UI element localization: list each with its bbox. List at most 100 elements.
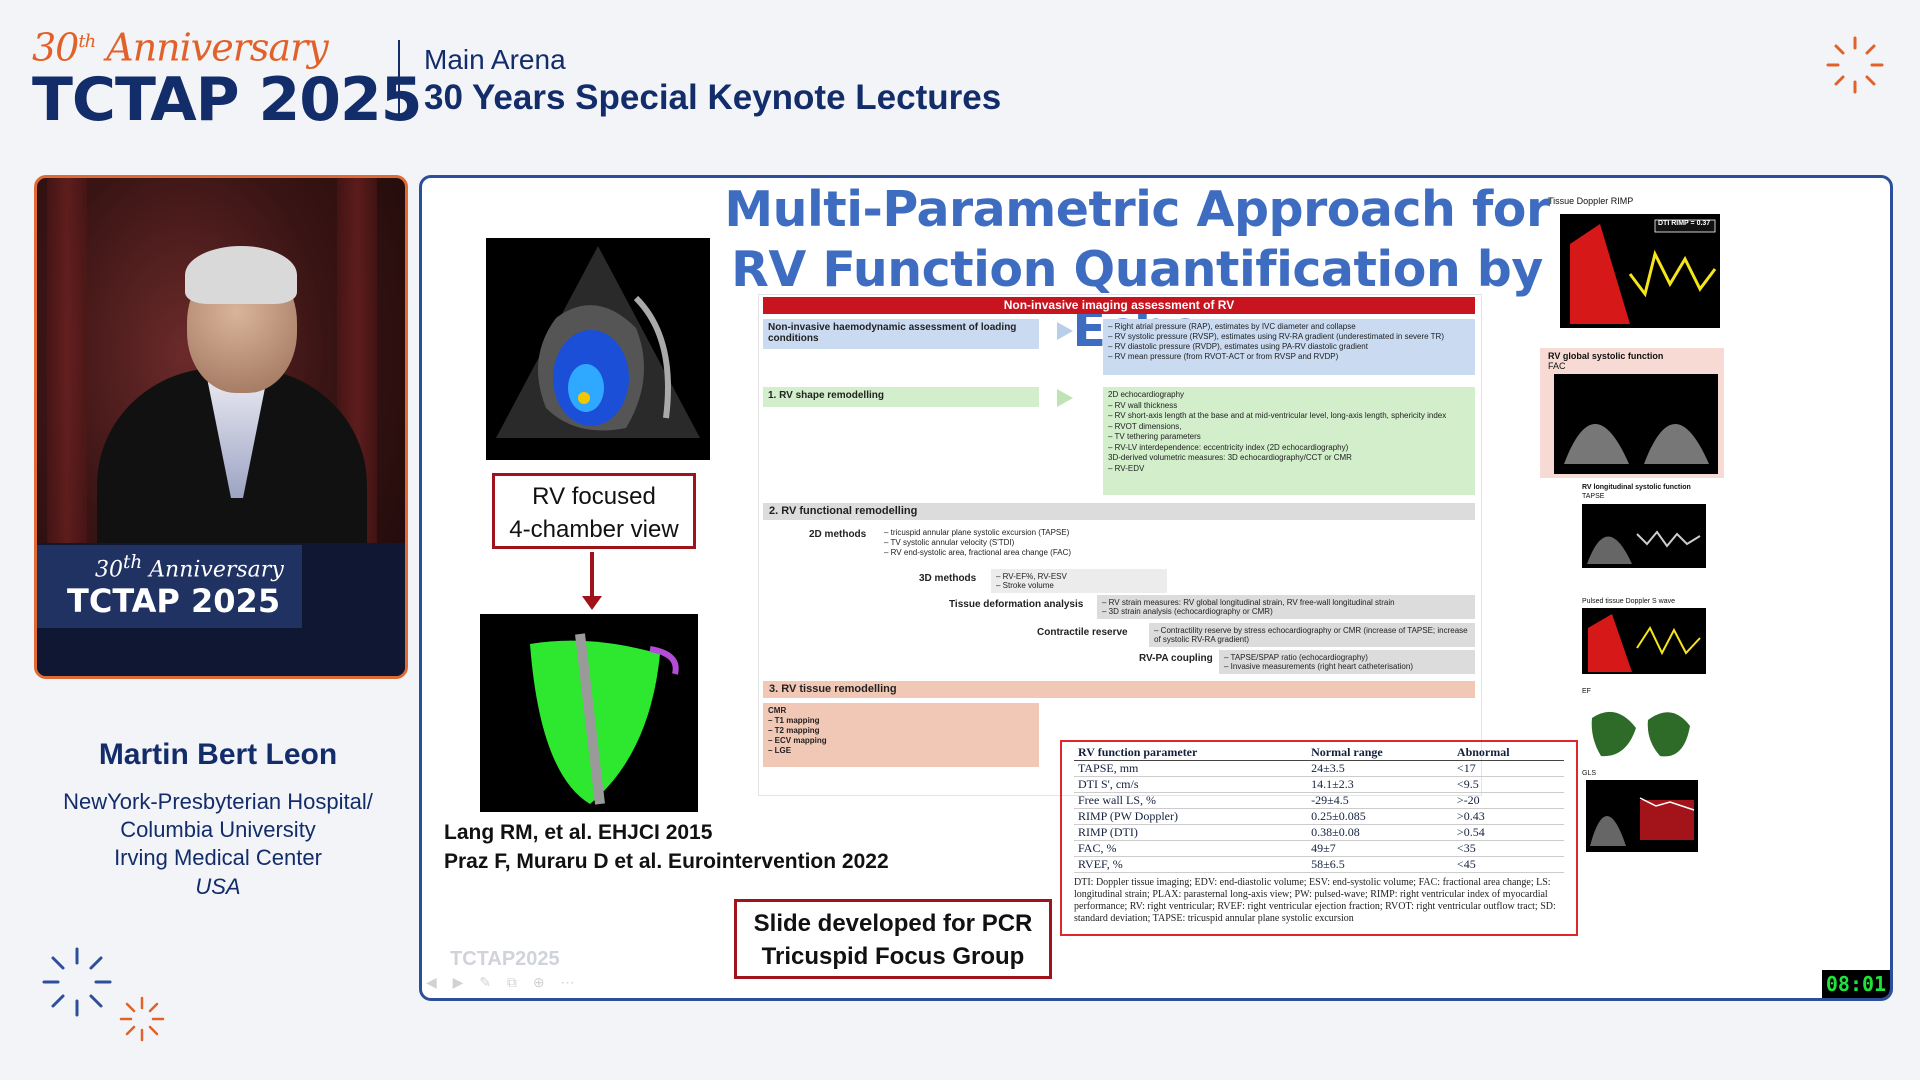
methods-3d-label: 3D methods: [919, 573, 977, 584]
param-table-row: TAPSE, mm 24±3.5 <17: [1074, 760, 1564, 777]
imaging-assessment-table: Non-invasive imaging assessment of RV No…: [758, 294, 1482, 796]
param-table-row: RIMP (DTI) 0.38±0.08 >0.54: [1074, 824, 1564, 841]
slide-title-line: Multi-Parametric Approach for: [724, 181, 1550, 238]
param-table-cell: <35: [1452, 840, 1564, 857]
ef-3d-image: [1586, 698, 1698, 762]
param-table-cell: 49±7: [1307, 840, 1453, 857]
slide-timer: 08:01: [1822, 970, 1890, 998]
venue-label: Main Arena: [424, 44, 566, 75]
methods-2d-items: – tricuspid annular plane systolic excur…: [884, 528, 1072, 557]
rv-view-label: RV focused 4-chamber view: [492, 473, 696, 549]
right-arrow-icon: [1057, 389, 1073, 407]
speaker-video: 30th Anniversary TCTAP 2025: [34, 175, 408, 679]
tissue-deformation-label: Tissue deformation analysis: [949, 599, 1084, 610]
affiliation-line: Irving Medical Center: [114, 845, 322, 870]
param-table-cell: -29±4.5: [1307, 792, 1453, 809]
param-table-header: RV function parameter: [1074, 745, 1308, 761]
pcr-credit-line: Slide developed for PCR: [753, 910, 1033, 937]
affiliation-line: Columbia University: [120, 817, 316, 842]
functional-label: 2. RV functional remodelling: [763, 503, 1475, 520]
speaker-affiliation: NewYork-Presbyterian Hospital/ Columbia …: [34, 788, 402, 872]
param-table-cell: TAPSE, mm: [1074, 760, 1308, 777]
param-table-cell: >0.54: [1452, 824, 1564, 841]
tissue-remodelling-label: 3. RV tissue remodelling: [763, 681, 1475, 698]
session-title: 30 Years Special Keynote Lectures: [424, 78, 1002, 117]
podium-brand: TCTAP 2025: [67, 582, 281, 620]
ef-label: EF: [1582, 688, 1591, 695]
presentation-slide: Multi-Parametric Approach for RV Functio…: [419, 175, 1893, 1001]
down-arrow: [590, 552, 594, 598]
coupling-label: RV-PA coupling: [1139, 653, 1213, 664]
param-table-row: DTI S', cm/s 14.1±2.3 <9.5: [1074, 776, 1564, 793]
rv-view-label-line: RV focused: [532, 483, 656, 510]
param-table-cell: RIMP (PW Doppler): [1074, 808, 1308, 825]
podium-anniversary: 30th Anniversary: [95, 552, 284, 583]
header-divider: [398, 40, 400, 118]
tapse-image: [1582, 504, 1706, 568]
rv-parameter-table: RV function parameter Normal range Abnorma…: [1060, 740, 1578, 936]
tdi-rimp-value: DTI RIMP = 0.37: [1658, 220, 1711, 227]
param-table-cell: 14.1±2.3: [1307, 776, 1453, 793]
param-table-row: FAC, % 49±7 <35: [1074, 840, 1564, 857]
param-table-row: RVEF, % 58±6.5 <45: [1074, 856, 1564, 873]
rv-3d-model-image: [480, 614, 698, 812]
reference-2: Praz F, Muraru D et al. Eurointervention…: [444, 850, 889, 873]
sparkle-icon: [119, 996, 165, 1042]
param-table-cell: Free wall LS, %: [1074, 792, 1308, 809]
param-table-cell: RVEF, %: [1074, 856, 1308, 873]
param-table-row: Free wall LS, % -29±4.5 >-20: [1074, 792, 1564, 809]
gls-label: GLS: [1582, 770, 1597, 777]
rv-view-label-line: 4-chamber view: [509, 516, 679, 543]
reference-1: Lang RM, et al. EHJCI 2015: [444, 821, 713, 844]
param-table-cell: 24±3.5: [1307, 760, 1453, 777]
param-table-cell: <9.5: [1452, 776, 1564, 793]
pcr-credit-line: Tricuspid Focus Group: [761, 943, 1025, 970]
cmr-items: CMR – T1 mapping – T2 mapping – ECV mapp…: [763, 703, 1039, 767]
anniversary-script: 30th Anniversary: [32, 25, 329, 70]
affiliation-line: NewYork-Presbyterian Hospital/: [63, 789, 373, 814]
param-table-cell: >-20: [1452, 792, 1564, 809]
gls-image: [1586, 780, 1698, 852]
pcr-credit-box: Slide developed for PCR Tricuspid Focus …: [734, 899, 1052, 979]
haemo-items: – Right atrial pressure (RAP), estimates…: [1103, 319, 1475, 375]
shape-items: 2D echocardiography – RV wall thickness …: [1103, 387, 1475, 495]
slide-watermark: TCTAP2025: [450, 948, 560, 970]
fac-image: [1554, 374, 1718, 474]
contractile-label: Contractile reserve: [1037, 627, 1128, 638]
param-table-cell: 58±6.5: [1307, 856, 1453, 873]
param-table-row: RIMP (PW Doppler) 0.25±0.085 >0.43: [1074, 808, 1564, 825]
tapse-label: TAPSE: [1582, 493, 1605, 500]
param-table-cell: 0.38±0.08: [1307, 824, 1453, 841]
speaker-name: Martin Bert Leon: [98, 738, 338, 771]
tdi-rimp-image: DTI RIMP = 0.37: [1560, 214, 1720, 328]
param-table-cell: >0.43: [1452, 808, 1564, 825]
param-table-header: Normal range: [1307, 745, 1453, 761]
pulsed-doppler-image: [1582, 608, 1706, 674]
sparkle-icon: [42, 947, 112, 1017]
tdi-rimp-label: Tissue Doppler RIMP: [1548, 196, 1634, 206]
pulsed-doppler-label: Pulsed tissue Doppler S wave: [1582, 598, 1675, 605]
parameter-table-footnote: DTI: Doppler tissue imaging; EDV: end-di…: [1074, 877, 1556, 924]
down-arrow-head: [582, 596, 602, 610]
slide-controls[interactable]: ◀ ▶ ✎ ⧉ ⊕ ⋯: [426, 974, 580, 991]
param-table-cell: DTI S', cm/s: [1074, 776, 1308, 793]
haemo-label: Non-invasive haemodynamic assessment of …: [763, 319, 1039, 349]
echo-4-chamber-image: [486, 238, 710, 460]
param-table-cell: <45: [1452, 856, 1564, 873]
sparkle-icon: [1826, 36, 1884, 94]
shape-label: 1. RV shape remodelling: [763, 387, 1039, 407]
imaging-table-title: Non-invasive imaging assessment of RV: [763, 297, 1475, 314]
methods-3d-items: – RV-EF%, RV-ESV – Stroke volume: [991, 569, 1167, 593]
param-table-cell: FAC, %: [1074, 840, 1308, 857]
event-brand: TCTAP 2025: [32, 64, 423, 135]
fac-label: FAC: [1548, 361, 1566, 371]
param-table-cell: 0.25±0.085: [1307, 808, 1453, 825]
param-table-cell: RIMP (DTI): [1074, 824, 1308, 841]
methods-2d-label: 2D methods: [809, 529, 867, 540]
speaker-country: USA: [195, 874, 241, 899]
tissue-deformation-items: – RV strain measures: RV global longitud…: [1097, 595, 1475, 619]
coupling-items: – TAPSE/SPAP ratio (echocardiography) – …: [1219, 650, 1475, 674]
event-logo: 30th Anniversary TCTAP 2025: [32, 22, 423, 135]
longitudinal-label: RV longitudinal systolic function: [1582, 484, 1691, 491]
param-table-cell: <17: [1452, 760, 1564, 777]
